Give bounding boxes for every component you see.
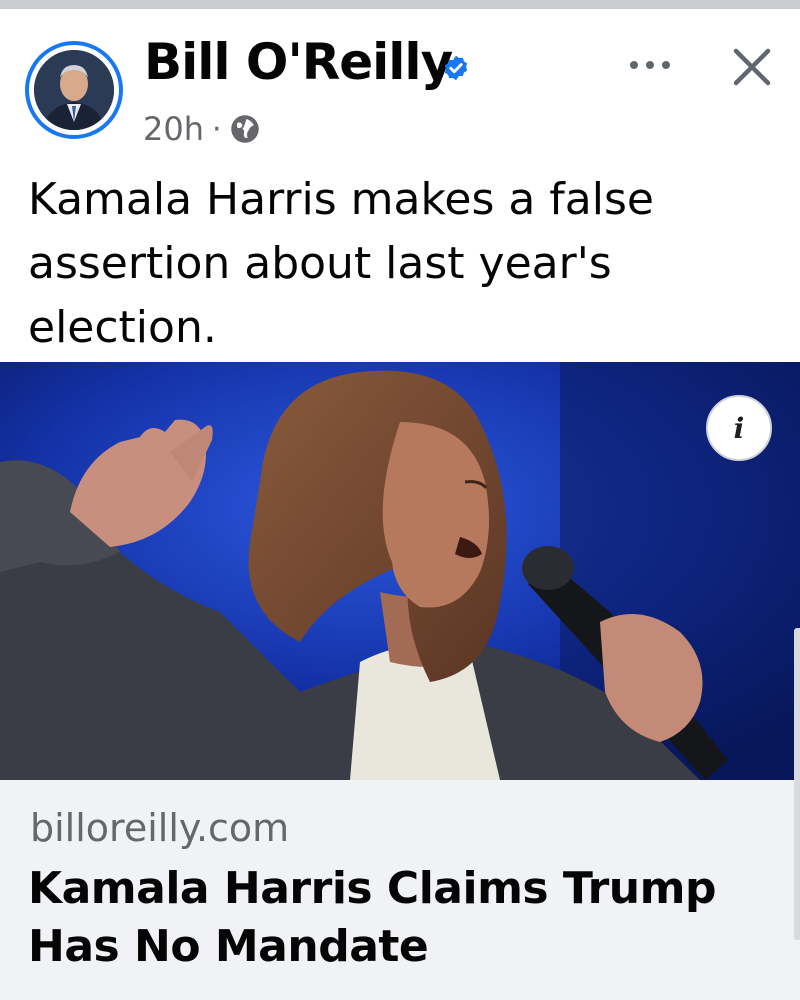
post-header: Bill O'Reilly 20h · [0, 9, 800, 159]
avatar-photo [34, 50, 114, 130]
link-domain: billoreilly.com [30, 806, 290, 850]
info-icon: i [733, 411, 745, 445]
meta-separator: · [212, 111, 222, 147]
globe-icon [230, 115, 259, 143]
author-avatar[interactable] [25, 41, 123, 139]
link-title[interactable]: Kamala Harris Claims Trump Has No Mandat… [28, 860, 768, 976]
post-timestamp[interactable]: 20h [143, 110, 204, 148]
post-image[interactable]: i [0, 362, 800, 780]
scrollbar[interactable] [794, 628, 800, 940]
post-meta: 20h · [143, 109, 260, 149]
post-text: Kamala Harris makes a false assertion ab… [28, 174, 654, 353]
info-button[interactable]: i [706, 395, 772, 461]
close-icon[interactable] [732, 47, 772, 87]
author-name[interactable]: Bill O'Reilly [144, 33, 453, 91]
top-divider [0, 0, 800, 9]
verified-badge-icon [444, 55, 468, 81]
more-options-icon[interactable] [626, 53, 674, 77]
link-preview-card[interactable]: billoreilly.com Kamala Harris Claims Tru… [0, 780, 800, 1000]
